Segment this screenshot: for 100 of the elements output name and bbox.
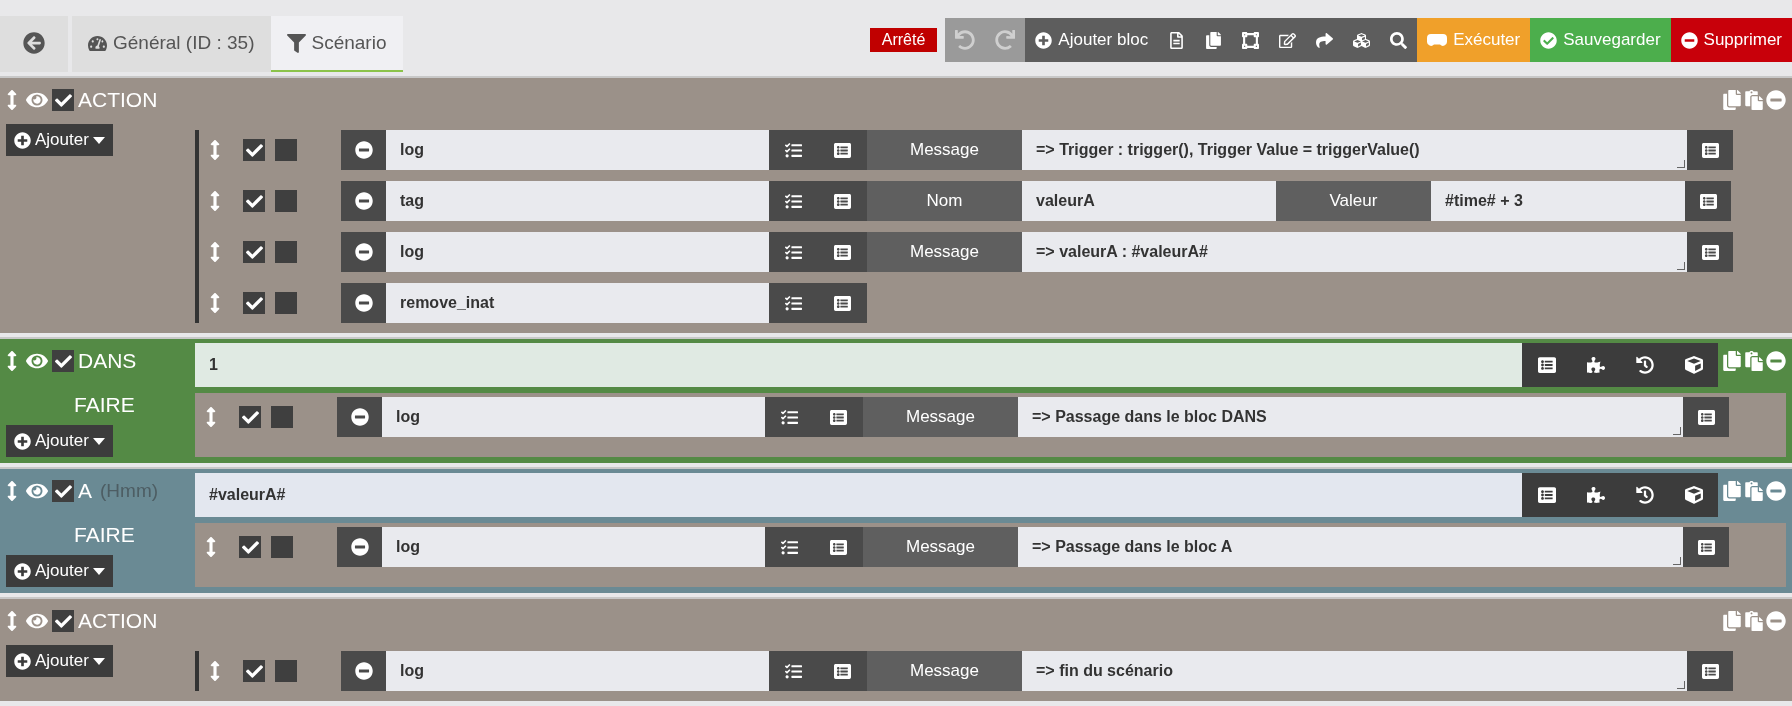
options-button[interactable]: [769, 283, 818, 323]
condition-field[interactable]: #valeurA#: [195, 473, 1522, 517]
input-field[interactable]: valeurA: [1022, 181, 1276, 221]
back-tab[interactable]: [0, 16, 68, 72]
remove-icon[interactable]: [1766, 351, 1786, 371]
list-button[interactable]: [1685, 181, 1731, 221]
checkbox[interactable]: [243, 241, 265, 263]
copy-icon[interactable]: [1722, 351, 1742, 371]
check-icon: [245, 662, 263, 680]
action-name-field[interactable]: log: [386, 651, 769, 691]
checkbox[interactable]: [52, 610, 74, 632]
list-button[interactable]: [814, 527, 863, 567]
resize-grip-icon: [1677, 262, 1685, 270]
check-icon: [241, 408, 259, 426]
minus-icon: [354, 662, 373, 680]
list-button[interactable]: [1683, 527, 1729, 567]
plus-icon: [14, 652, 31, 670]
copy-icon[interactable]: [1722, 90, 1742, 110]
checkbox[interactable]: [275, 241, 297, 263]
list-button[interactable]: [818, 283, 867, 323]
remove-icon[interactable]: [1766, 481, 1786, 501]
list-icon: [834, 243, 851, 261]
paste-icon[interactable]: [1744, 481, 1764, 501]
options-button[interactable]: [765, 527, 814, 567]
list-button[interactable]: [818, 130, 867, 170]
block-title: ACTION: [78, 88, 158, 112]
remove-icon[interactable]: [1766, 611, 1786, 631]
add-button[interactable]: Ajouter: [6, 555, 113, 587]
options-button[interactable]: [769, 181, 818, 221]
copy-icon[interactable]: [1722, 611, 1742, 631]
checkbox[interactable]: [52, 350, 74, 372]
checkbox[interactable]: [243, 660, 265, 682]
remove-button[interactable]: [337, 527, 382, 567]
remove-button[interactable]: [341, 232, 386, 272]
message-textarea[interactable]: => valeurA : #valeurA#: [1022, 232, 1687, 272]
list-button[interactable]: [1687, 232, 1733, 272]
remove-button[interactable]: [341, 651, 386, 691]
list-button[interactable]: [1687, 130, 1733, 170]
add-button[interactable]: Ajouter: [6, 425, 113, 457]
checkbox[interactable]: [52, 89, 74, 111]
checkbox[interactable]: [275, 660, 297, 682]
paste-icon[interactable]: [1744, 611, 1764, 631]
checkbox[interactable]: [271, 406, 293, 428]
action-name-field[interactable]: tag: [386, 181, 769, 221]
resize-grip-icon: [1677, 681, 1685, 689]
minus-icon: [350, 408, 369, 426]
checkbox[interactable]: [243, 139, 265, 161]
action-name-field[interactable]: log: [386, 232, 769, 272]
add-button[interactable]: Ajouter: [6, 124, 113, 156]
action-name-field[interactable]: log: [382, 397, 765, 437]
remove-button[interactable]: [341, 130, 386, 170]
paste-icon[interactable]: [1744, 351, 1764, 371]
paste-icon[interactable]: [1744, 90, 1764, 110]
copy-icon[interactable]: [1722, 481, 1742, 501]
options-button[interactable]: [765, 397, 814, 437]
action-name-field[interactable]: log: [386, 130, 769, 170]
list-button[interactable]: [1683, 397, 1729, 437]
minus-icon: [350, 538, 369, 556]
checkbox[interactable]: [239, 536, 261, 558]
action-name-field[interactable]: log: [382, 527, 765, 567]
checkbox[interactable]: [275, 190, 297, 212]
checkbox[interactable]: [239, 406, 261, 428]
list-icon: [1701, 662, 1719, 680]
puzzle-icon: [1586, 356, 1605, 374]
message-textarea[interactable]: => Trigger : trigger(), Trigger Value = triggerValue(): [1022, 130, 1687, 170]
options-button[interactable]: [769, 232, 818, 272]
checkbox[interactable]: [243, 190, 265, 212]
tab[interactable]: Général (ID : 35): [72, 16, 271, 72]
list-button[interactable]: [818, 181, 867, 221]
field-label: Nom: [867, 181, 1022, 221]
checkbox[interactable]: [271, 536, 293, 558]
list-button[interactable]: [814, 397, 863, 437]
remove-button[interactable]: [341, 181, 386, 221]
checkbox[interactable]: [52, 480, 74, 502]
message-textarea[interactable]: => Passage dans le bloc A: [1018, 527, 1683, 567]
plus-icon: [14, 131, 31, 149]
condition-field[interactable]: 1: [195, 343, 1522, 387]
list-button[interactable]: [818, 651, 867, 691]
list-button[interactable]: [818, 232, 867, 272]
filter-icon: [286, 33, 306, 53]
remove-button[interactable]: [341, 283, 386, 323]
remove-icon[interactable]: [1766, 90, 1786, 110]
caret-icon: [92, 136, 105, 144]
gamepad-icon: [1427, 34, 1448, 46]
message-textarea[interactable]: => Passage dans le bloc DANS: [1018, 397, 1683, 437]
list-button[interactable]: [1687, 651, 1733, 691]
checkbox[interactable]: [243, 292, 265, 314]
checkbox[interactable]: [275, 139, 297, 161]
options-button[interactable]: [769, 651, 818, 691]
message-textarea[interactable]: => fin du scénario: [1022, 651, 1687, 691]
delete-button[interactable]: Supprimer: [1670, 18, 1792, 62]
input-field[interactable]: #time# + 3: [1431, 181, 1685, 221]
search-button[interactable]: [1380, 18, 1418, 62]
add-block-button[interactable]: Ajouter bloc: [1025, 18, 1159, 62]
tab[interactable]: Scénario: [270, 16, 403, 72]
checkbox[interactable]: [275, 292, 297, 314]
options-button[interactable]: [769, 130, 818, 170]
remove-button[interactable]: [337, 397, 382, 437]
add-button[interactable]: Ajouter: [6, 645, 113, 677]
action-name-field[interactable]: remove_inat: [386, 283, 769, 323]
